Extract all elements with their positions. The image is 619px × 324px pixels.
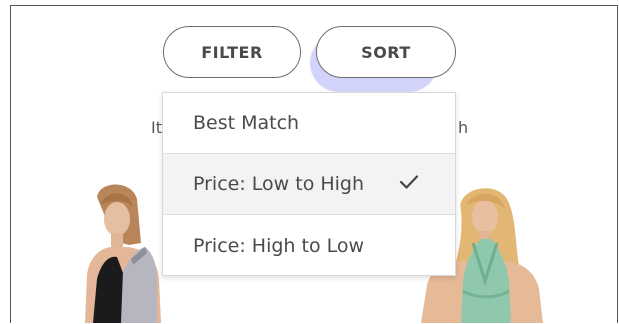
product-listing-viewport: FILTER SORT It h Best Match Price: Low t… bbox=[10, 5, 618, 323]
checkmark-icon bbox=[399, 175, 419, 189]
sort-option-label: Price: Low to High bbox=[193, 173, 365, 195]
sort-dropdown-menu: Best Match Price: Low to High Price: Hig… bbox=[162, 92, 456, 276]
filter-button[interactable]: FILTER bbox=[163, 26, 301, 78]
sort-button-label: SORT bbox=[361, 42, 411, 62]
sort-button[interactable]: SORT bbox=[316, 26, 456, 78]
sort-option-best-match[interactable]: Best Match bbox=[163, 93, 455, 154]
item-count-text-fragment-left: It bbox=[151, 118, 162, 137]
item-count-text-fragment-right: h bbox=[458, 118, 469, 137]
sort-option-price-low-to-high[interactable]: Price: Low to High bbox=[163, 154, 455, 215]
filter-button-label: FILTER bbox=[201, 42, 263, 62]
sort-option-label: Best Match bbox=[193, 112, 300, 134]
sort-option-label: Price: High to Low bbox=[193, 234, 365, 257]
sort-option-price-high-to-low[interactable]: Price: High to Low bbox=[163, 215, 455, 276]
